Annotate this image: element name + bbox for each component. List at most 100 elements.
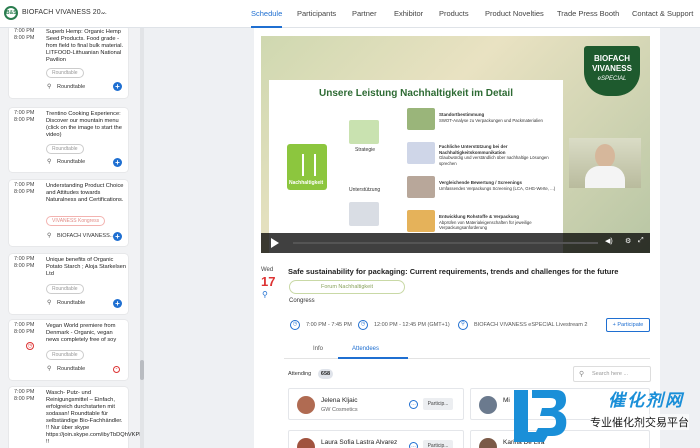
session-location: Roundtable	[57, 84, 86, 90]
attendee-search[interactable]: ⚲ Search here ...	[573, 366, 651, 382]
remove-session-button[interactable]: -	[113, 366, 120, 373]
session-card[interactable]: 7:00 PM 8:00 PM Unique benefits of Organi…	[9, 254, 128, 314]
bullet-head: Standortbestimmung	[439, 112, 485, 117]
bullet-image-1	[407, 108, 435, 130]
end-time: 8:00 PM	[14, 35, 35, 41]
session-card[interactable]: 7:00 PM 8:00 PM Superb Hemp: Organic Hemp…	[9, 28, 128, 98]
session-time: 7:00 PM 8:00 PM	[14, 110, 44, 124]
settings-icon[interactable]: ⚙	[625, 237, 631, 245]
start-time: 7:00 PM	[14, 110, 35, 116]
nav-trade-press-booth[interactable]: Trade Press Booth	[557, 0, 619, 28]
attendee-action-button[interactable]: Particip...	[423, 440, 453, 448]
tab-info[interactable]: Info	[313, 346, 323, 352]
event-selector[interactable]: BIOFACH VIVANESS 20...	[22, 9, 107, 16]
location-pin-icon: ⚲	[47, 233, 52, 239]
session-location: BIOFACH VIVANESS eSPECIAL Livestream 2	[474, 322, 588, 328]
chevron-down-icon[interactable]: ⌄	[100, 7, 107, 16]
session-title: Vegan World premiere from Denmark - Orga…	[46, 323, 117, 343]
location-pin-icon: ⚲	[47, 300, 52, 306]
location-pin-icon: ⚲	[47, 84, 52, 90]
search-icon: ⚲	[579, 371, 585, 378]
attendee-action-button[interactable]: Particip...	[423, 398, 453, 410]
attendee-name: Jelena Kljaic	[321, 397, 358, 404]
attending-count: 658	[318, 369, 333, 379]
participate-button[interactable]: + Participate	[606, 318, 650, 332]
watermark-title: 催化剂网	[608, 391, 684, 410]
nav-contact-support[interactable]: Contact & Support	[632, 0, 693, 28]
end-time: 8:00 PM	[14, 117, 35, 123]
bullet-body: Glaubwürdig und verständlich über nachha…	[439, 155, 549, 166]
tab-attendees[interactable]: Attendees	[352, 346, 379, 352]
volume-icon[interactable]: ◀)	[605, 237, 613, 245]
chat-icon[interactable]: …	[409, 400, 418, 409]
session-title: Understanding Product Choice and Attitud…	[46, 183, 124, 203]
add-session-button[interactable]: +	[113, 82, 122, 91]
session-time: 7:00 PM 8:00 PM	[14, 322, 44, 336]
start-time: 7:00 PM	[14, 389, 35, 395]
location-pin-icon: ⚲	[47, 366, 52, 372]
end-time: 8:00 PM	[14, 329, 35, 335]
session-time: 7:00 PM 8:00 PM	[14, 182, 44, 196]
session-title: Unique benefits of Organic Potato Starch…	[46, 257, 126, 277]
bullet-1: Standortbestimmung SWOT-Analyse zu Verpac…	[439, 112, 559, 123]
attendee-card[interactable]: Laura Sofia Lastra Alvarez … Particip...	[288, 430, 464, 448]
nav-product-novelties[interactable]: Product Novelties	[485, 0, 544, 28]
end-time: 8:00 PM	[14, 189, 35, 195]
video-player[interactable]: BIOFACH VIVANESS eSPECIAL Unsere Leistun…	[261, 36, 650, 253]
biofach-logo[interactable]: B&S	[4, 6, 18, 20]
session-card[interactable]: 7:00 PM 8:00 PM Wasch- Putz- und Reinigun…	[9, 387, 140, 448]
session-category: Congress	[289, 298, 315, 304]
attendee-name: Laura Sofia Lastra Alvarez	[321, 439, 398, 446]
logo-text: B&S	[6, 10, 17, 16]
support-image	[349, 202, 379, 226]
gmt-time: 12:00 PM - 12:45 PM (GMT+1)	[374, 322, 450, 328]
watermark-subtitle: 专业催化剂交易平台	[590, 414, 689, 430]
session-location: Roundtable	[57, 300, 86, 306]
slide-title: Unsere Leistung Nachhaltigkeit im Detail	[319, 88, 513, 99]
nav-schedule[interactable]: Schedule	[251, 0, 283, 28]
bullet-head: Fachliche Unterstützung bei der Nachhalt…	[439, 144, 508, 155]
event-day: 17	[261, 274, 276, 289]
nav-partner[interactable]: Partner	[352, 0, 377, 28]
session-time: 7:00 PM 8:00 PM	[14, 389, 44, 403]
session-card[interactable]: 7:00 PM 8:00 PM Trentino Cooking Experien…	[9, 108, 128, 172]
session-card[interactable]: 7:00 PM 8:00 PM ◷ Vegan World premiere fr…	[9, 320, 128, 380]
search-placeholder: Search here ...	[592, 371, 629, 377]
presentation-slide: Unsere Leistung Nachhaltigkeit im Detail…	[269, 80, 563, 253]
sidebar-scrollbar[interactable]	[140, 28, 144, 448]
badge-line-1: BIOFACH	[594, 54, 630, 63]
bullet-head: Vergleichende Bewertung / Screenings	[439, 180, 523, 185]
nav-products[interactable]: Products	[439, 0, 469, 28]
bullet-image-2	[407, 142, 435, 164]
sidebar-scrollbar-thumb[interactable]	[140, 360, 144, 380]
clock-icon: ◷	[26, 342, 34, 350]
strategy-image	[349, 120, 379, 144]
chat-icon[interactable]: …	[409, 442, 418, 448]
bullet-image-4	[407, 210, 435, 232]
add-session-button[interactable]: +	[113, 158, 122, 167]
end-time: 8:00 PM	[14, 263, 35, 269]
badge-line-3: eSPECIAL	[597, 76, 627, 82]
attendee-name: Mi	[503, 397, 510, 404]
session-location: BIOFACH VIVANESS...	[57, 233, 115, 239]
add-session-button[interactable]: +	[113, 299, 122, 308]
event-weekday: Wed	[261, 267, 274, 273]
session-time: 7:00 PM 8:00 PM	[14, 256, 44, 270]
schedule-list: 7:00 PM 8:00 PM Superb Hemp: Organic Hemp…	[0, 28, 140, 448]
session-tag: Roundtable	[46, 68, 84, 78]
session-tag: Roundtable	[46, 350, 84, 360]
fullscreen-icon[interactable]: ⤢	[638, 237, 644, 245]
watermark-logo-icon	[514, 390, 567, 442]
session-tag: Roundtable	[46, 144, 84, 154]
session-card[interactable]: 7:00 PM 8:00 PM Understanding Product Cho…	[9, 180, 128, 246]
nav-exhibitor[interactable]: Exhibitor	[394, 0, 423, 28]
watermark: 催化剂网 专业催化剂交易平台	[510, 384, 700, 448]
session-title: Superb Hemp: Organic Hemp Seed Products.…	[46, 29, 124, 63]
attendee-card[interactable]: Jelena Kljaic GW Cosmetics … Particip...	[288, 388, 464, 420]
bullet-image-3	[407, 176, 435, 198]
nav-participants[interactable]: Participants	[297, 0, 336, 28]
video-progress-bar[interactable]	[293, 242, 598, 244]
play-icon[interactable]	[271, 238, 279, 248]
add-session-button[interactable]: +	[113, 232, 122, 241]
avatar	[479, 396, 497, 414]
